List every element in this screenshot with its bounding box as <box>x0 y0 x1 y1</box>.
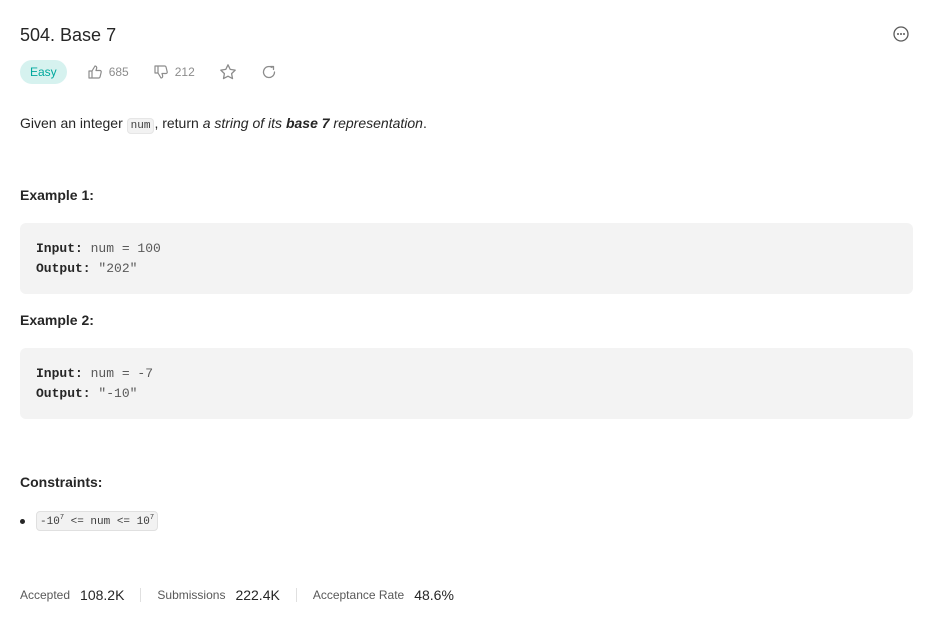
example-1-output: Output: "202" <box>36 259 137 279</box>
example-2-block: Input: num = -7 Output: "-10" <box>20 348 913 419</box>
meta-row: Easy 685 212 <box>20 59 301 85</box>
share-button[interactable] <box>261 64 277 80</box>
constraint-exp-2: 7 <box>149 514 155 522</box>
stat-divider <box>295 588 297 602</box>
thumbs-up-icon <box>88 65 102 79</box>
desc-suffix: . <box>422 115 427 131</box>
constraints-title: Constraints: <box>20 474 103 490</box>
example-1-input: Input: num = 100 <box>36 239 161 259</box>
example-2-output: Output: "-10" <box>36 384 137 404</box>
star-icon <box>219 64 236 80</box>
example-1-output-value: "202" <box>90 261 138 276</box>
example-2-title: Example 2: <box>20 312 94 328</box>
dislike-button[interactable]: 212 <box>153 64 195 80</box>
example-2-output-label: Output: <box>36 386 91 401</box>
example-1-input-label: Input: <box>36 241 83 256</box>
problem-title: 504. Base 7 <box>20 25 117 45</box>
accepted-label: Accepted <box>20 588 71 602</box>
example-2-input: Input: num = -7 <box>36 364 153 384</box>
constraint-pre: -10 <box>40 516 60 528</box>
stats-bar: Accepted 108.2K Submissions 222.4K Accep… <box>20 585 454 605</box>
title-row: 504. Base 7 <box>20 22 913 48</box>
submissions-value: 222.4K <box>235 587 280 603</box>
difficulty-badge: Easy <box>20 60 67 84</box>
example-1-input-value: num = 100 <box>82 241 161 256</box>
like-count: 685 <box>108 65 129 79</box>
constraint-code: -107 <= num <= 107 <box>36 511 159 531</box>
constraint-item: -107 <= num <= 107 <box>20 511 159 531</box>
more-icon[interactable] <box>893 26 909 42</box>
desc-italic-2: representation <box>329 115 423 131</box>
stat-divider <box>140 588 142 602</box>
share-icon <box>262 65 275 79</box>
accepted-value: 108.2K <box>80 587 125 603</box>
example-2-output-value: "-10" <box>90 386 138 401</box>
example-1-block: Input: num = 100 Output: "202" <box>20 223 913 294</box>
example-1-title: Example 1: <box>20 187 94 203</box>
desc-bold: base 7 <box>285 115 330 131</box>
acceptance-rate-label: Acceptance Rate <box>312 588 405 602</box>
desc-prefix: Given an integer <box>20 115 127 131</box>
favorite-button[interactable] <box>219 63 237 81</box>
like-button[interactable]: 685 <box>87 64 129 80</box>
thumbs-down-icon <box>154 65 168 79</box>
submissions-label: Submissions <box>157 588 226 602</box>
desc-code: num <box>126 118 155 134</box>
example-2-input-label: Input: <box>36 366 83 381</box>
bullet <box>20 518 25 524</box>
desc-middle: , return <box>154 115 203 131</box>
dislike-count: 212 <box>174 65 195 79</box>
desc-italic-1: a string of its <box>202 115 286 131</box>
example-1-output-label: Output: <box>36 261 91 276</box>
constraint-mid: <= num <= 10 <box>64 516 150 528</box>
example-2-input-value: num = -7 <box>82 366 154 381</box>
acceptance-rate-value: 48.6% <box>414 587 454 603</box>
problem-description: Given an integer num, return a string of… <box>20 113 427 136</box>
